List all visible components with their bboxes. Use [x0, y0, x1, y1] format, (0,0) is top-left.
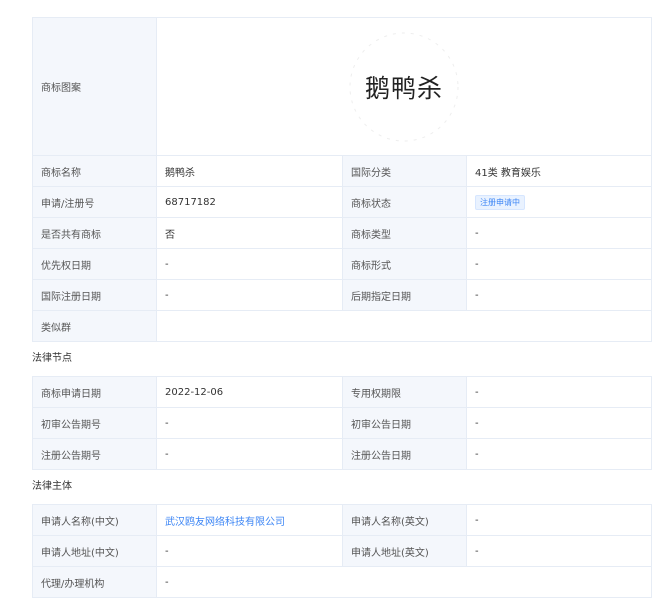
- prelim-date-label: 初审公告日期: [342, 407, 467, 439]
- applicant-name-cn-label: 申请人名称(中文): [32, 504, 157, 536]
- apply-date-value: 2022-12-06: [156, 376, 343, 408]
- reg-number-label: 申请/注册号: [32, 186, 157, 218]
- reg-issue-label: 注册公告期号: [32, 438, 157, 470]
- table-row: 代理/办理机构 -: [32, 566, 652, 598]
- exclusive-term-label: 专用权期限: [342, 376, 467, 408]
- reg-date-label: 注册公告日期: [342, 438, 467, 470]
- applicant-name-cn-value: 武汉鸥友网络科技有限公司: [156, 504, 343, 536]
- reg-number-value: 68717182: [156, 186, 343, 218]
- exclusive-term-value: -: [466, 376, 652, 408]
- priority-date-value: -: [156, 248, 343, 280]
- status-label: 商标状态: [342, 186, 467, 218]
- prelim-date-value: -: [466, 407, 652, 439]
- legal-subject-table: 申请人名称(中文) 武汉鸥友网络科技有限公司 申请人名称(英文) - 申请人地址…: [32, 504, 652, 598]
- trademark-image-row: 商标图案 鹅鸭杀: [32, 17, 653, 156]
- applicant-addr-en-label: 申请人地址(英文): [342, 535, 467, 567]
- intl-reg-date-value: -: [156, 279, 343, 311]
- trademark-image-label: 商标图案: [32, 17, 157, 156]
- agent-label: 代理/办理机构: [32, 566, 157, 598]
- status-value: 注册申请中: [465, 186, 653, 218]
- table-row: 类似群: [32, 310, 653, 342]
- trademark-detail: 商标图案 鹅鸭杀 商标名称 鹅鸭杀 国际分类 41类 教育娱乐 申请/注册号 6…: [32, 17, 653, 598]
- similar-group-value: [155, 310, 653, 342]
- shared-label: 是否共有商标: [32, 217, 157, 249]
- table-row: 申请人名称(中文) 武汉鸥友网络科技有限公司 申请人名称(英文) -: [32, 504, 652, 536]
- later-designation-label: 后期指定日期: [342, 279, 467, 311]
- table-row: 商标申请日期 2022-12-06 专用权期限 -: [32, 376, 652, 408]
- shared-value: 否: [156, 217, 343, 249]
- priority-date-label: 优先权日期: [32, 248, 157, 280]
- form-value: -: [465, 248, 653, 280]
- agent-value: -: [156, 566, 652, 598]
- type-value: -: [465, 217, 653, 249]
- applicant-name-en-value: -: [466, 504, 652, 536]
- table-row: 国际注册日期 - 后期指定日期 -: [32, 279, 653, 311]
- table-row: 优先权日期 - 商标形式 -: [32, 248, 653, 280]
- prelim-issue-label: 初审公告期号: [32, 407, 157, 439]
- later-designation-value: -: [465, 279, 653, 311]
- trademark-info-table: 商标图案 鹅鸭杀 商标名称 鹅鸭杀 国际分类 41类 教育娱乐 申请/注册号 6…: [32, 17, 653, 342]
- trademark-image-cell: 鹅鸭杀: [155, 17, 653, 156]
- table-row: 申请/注册号 68717182 商标状态 注册申请中: [32, 186, 653, 218]
- table-row: 申请人地址(中文) - 申请人地址(英文) -: [32, 535, 652, 567]
- trademark-image-text: 鹅鸭杀: [365, 73, 444, 103]
- reg-issue-value: -: [156, 438, 343, 470]
- similar-group-label: 类似群: [32, 310, 157, 342]
- intl-class-label: 国际分类: [342, 155, 467, 187]
- applicant-name-en-label: 申请人名称(英文): [342, 504, 467, 536]
- applicant-addr-cn-label: 申请人地址(中文): [32, 535, 157, 567]
- reg-date-value: -: [466, 438, 652, 470]
- table-row: 初审公告期号 - 初审公告日期 -: [32, 407, 652, 439]
- legal-nodes-table: 商标申请日期 2022-12-06 专用权期限 - 初审公告期号 - 初审公告日…: [32, 376, 652, 470]
- status-badge: 注册申请中: [475, 194, 525, 210]
- table-row: 商标名称 鹅鸭杀 国际分类 41类 教育娱乐: [32, 155, 653, 187]
- applicant-link[interactable]: 武汉鸥友网络科技有限公司: [165, 517, 285, 528]
- table-row: 注册公告期号 - 注册公告日期 -: [32, 438, 652, 470]
- applicant-addr-en-value: -: [466, 535, 652, 567]
- intl-class-value: 41类 教育娱乐: [465, 155, 653, 187]
- legal-subject-title: 法律主体: [32, 481, 72, 492]
- trademark-name-value: 鹅鸭杀: [156, 155, 343, 187]
- applicant-addr-cn-value: -: [156, 535, 343, 567]
- intl-reg-date-label: 国际注册日期: [32, 279, 157, 311]
- table-row: 是否共有商标 否 商标类型 -: [32, 217, 653, 249]
- legal-nodes-title: 法律节点: [32, 353, 72, 364]
- type-label: 商标类型: [342, 217, 467, 249]
- form-label: 商标形式: [342, 248, 467, 280]
- trademark-image: 鹅鸭杀: [158, 19, 651, 155]
- apply-date-label: 商标申请日期: [32, 376, 157, 408]
- prelim-issue-value: -: [156, 407, 343, 439]
- trademark-name-label: 商标名称: [32, 155, 157, 187]
